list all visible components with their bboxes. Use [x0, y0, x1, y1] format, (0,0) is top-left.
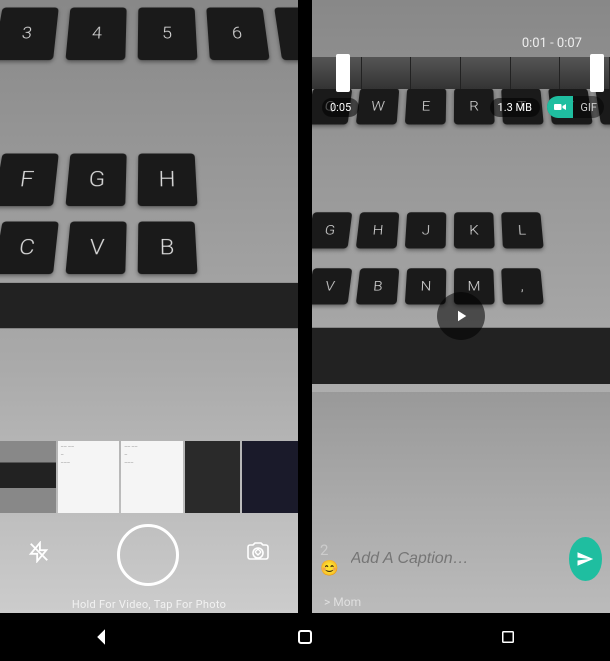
gallery-thumbnails[interactable]: —— —————— —— ——————: [0, 441, 298, 513]
caption-row: 2😊: [312, 537, 610, 581]
caption-input[interactable]: [351, 550, 559, 568]
trim-handle-left[interactable]: [336, 54, 350, 92]
key: G: [65, 153, 126, 206]
nav-home-button[interactable]: [285, 617, 325, 657]
key: N: [405, 268, 446, 304]
key: B: [138, 221, 198, 274]
key: K: [454, 212, 495, 248]
key: C: [0, 221, 59, 274]
key: H: [356, 212, 400, 248]
thumbnail[interactable]: —— ——————: [121, 441, 183, 513]
key: F: [0, 153, 59, 206]
thumbnail[interactable]: [0, 441, 56, 513]
keyboard-strip: [0, 283, 298, 328]
key: 5: [138, 7, 198, 60]
android-navbar: [0, 613, 610, 661]
key: V: [312, 268, 352, 304]
trim-handle-right[interactable]: [590, 54, 604, 92]
capture-hint: Hold For Video, Tap For Photo: [0, 598, 298, 611]
shutter-button[interactable]: [117, 524, 179, 586]
flash-off-icon[interactable]: [28, 541, 50, 569]
send-button[interactable]: [569, 537, 602, 581]
key: B: [356, 268, 400, 304]
switch-camera-icon[interactable]: [246, 540, 270, 570]
nav-recent-button[interactable]: [488, 617, 528, 657]
play-button[interactable]: [437, 292, 485, 340]
filesize-badge: 1.3 MB: [490, 98, 540, 117]
mode-video-icon[interactable]: [547, 96, 573, 118]
camera-capture-screen: 3 4 5 6 7 F G H C V B ︿ —— —————— —— ———…: [0, 0, 298, 613]
camera-controls: [0, 519, 298, 591]
key: 7: [274, 7, 298, 60]
key: ,: [501, 268, 544, 304]
key: W: [356, 88, 400, 124]
nav-back-button[interactable]: [82, 617, 122, 657]
key: R: [454, 88, 495, 124]
thumbnail[interactable]: [242, 441, 298, 513]
emoji-button[interactable]: 2😊: [320, 541, 341, 577]
video-gif-toggle[interactable]: GIF: [547, 96, 604, 118]
key: 4: [65, 7, 126, 60]
trim-timeline[interactable]: [312, 57, 610, 89]
thumbnail[interactable]: —— ——————: [58, 441, 120, 513]
recipient-label: > Mom: [324, 595, 361, 609]
thumbnail[interactable]: [185, 441, 241, 513]
key: V: [65, 221, 126, 274]
key: E: [405, 88, 446, 124]
key: L: [501, 212, 544, 248]
key: 6: [206, 7, 269, 60]
key: J: [405, 212, 446, 248]
mode-gif[interactable]: GIF: [573, 96, 604, 118]
key: H: [138, 153, 198, 206]
key: 3: [0, 7, 59, 60]
key: G: [312, 212, 352, 248]
duration-badge: 0:05: [322, 98, 359, 117]
trim-range-label: 0:01 - 0:07: [522, 36, 582, 51]
video-edit-screen: Q W E R T Y U I O G H J K L V B N M: [312, 0, 610, 613]
